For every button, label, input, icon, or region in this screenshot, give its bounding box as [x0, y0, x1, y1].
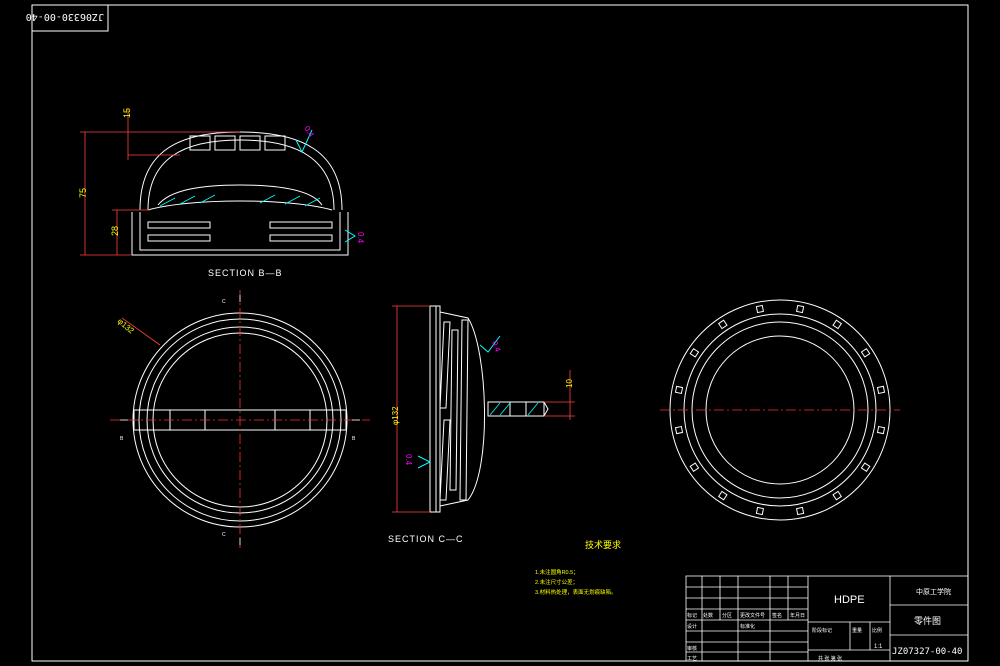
thread-2-right	[269, 234, 333, 242]
roughness-label-1: 0.4	[302, 125, 316, 140]
tech-req-title: 技术要求	[585, 539, 621, 550]
ring-tab	[717, 319, 728, 330]
ring-tab	[674, 385, 684, 395]
ring-tab	[860, 462, 871, 473]
tb-drawing-name: 零件图	[914, 615, 941, 626]
ring-tab	[876, 425, 886, 435]
cap-body-inner	[139, 212, 341, 251]
section-bb-title: SECTION B—B	[208, 268, 283, 278]
ring-tab	[755, 506, 765, 516]
dim-phi132-side: φ132	[391, 406, 400, 425]
ring-tab	[717, 490, 728, 501]
tb-process: 工艺	[687, 656, 697, 662]
thread-1-right	[269, 221, 333, 229]
ring-tab	[832, 319, 843, 330]
roughness-label-4: 0.4	[404, 454, 413, 466]
tech-req-item-3: 3.材料热处理，表面无划痕缺陷。	[535, 588, 617, 596]
tb-company: 中原工学院	[916, 587, 951, 596]
dim-75: 75	[78, 188, 88, 198]
title-block-labels: 标记 处数 分区 更改文件号 签名 年月日 设计 标准化 审核 工艺 阶段标记 …	[687, 612, 882, 662]
tb-zone: 分区	[722, 612, 732, 619]
ring-tab	[860, 347, 871, 358]
section-cc-hatch	[489, 402, 539, 416]
marker-c-bottom: C	[222, 532, 226, 538]
thread-1-left	[147, 221, 211, 229]
dim-phi132-top: φ132	[116, 317, 136, 336]
tb-review: 审核	[687, 645, 697, 652]
ring-tab	[832, 490, 843, 501]
roughness-label-3: 0.4	[490, 340, 502, 354]
ring-tab	[795, 506, 805, 516]
marker-b-left: B	[120, 436, 124, 442]
thread-2-left	[147, 234, 211, 242]
marker-b-right: B	[352, 436, 356, 442]
tech-req-item-1: 1.未注圆角R0.5；	[535, 568, 579, 576]
ring-tab	[689, 462, 700, 473]
top-view-centerlines	[110, 290, 370, 548]
section-cc-view	[429, 305, 549, 513]
dim-10: 10	[565, 379, 574, 388]
dim-28: 28	[110, 226, 120, 236]
tb-change-doc: 更改文件号	[740, 612, 765, 619]
roughness-label-2: 0.4	[356, 232, 365, 244]
tech-req-item-2: 2.未注尺寸公差；	[535, 578, 578, 586]
section-bb-view	[131, 131, 349, 256]
cap-body-outline	[131, 212, 349, 256]
tb-mark: 标记	[687, 612, 697, 619]
dim-15: 15	[122, 108, 132, 118]
grip-slot-2	[214, 135, 236, 151]
top-drawing-number: JZ06330-00-40	[26, 11, 104, 22]
tb-sign: 签名	[772, 612, 782, 619]
tb-count: 处数	[703, 612, 713, 619]
tb-design: 设计	[687, 623, 697, 630]
tb-material: HDPE	[834, 594, 865, 606]
tb-date: 年月日	[790, 612, 805, 619]
ring-tab	[795, 304, 805, 314]
cap-dome	[147, 200, 333, 211]
roughness-symbol-4	[417, 455, 432, 469]
ring-tab	[755, 304, 765, 314]
section-bb-dims	[80, 110, 240, 256]
tb-weight: 重量	[852, 627, 862, 634]
tb-stage: 阶段标记	[812, 627, 832, 634]
tb-sheets: 共 张 第 张	[818, 655, 842, 662]
ring-tab	[674, 425, 684, 435]
bottom-drawing-number: JZ07327-00-40	[892, 647, 962, 657]
ring-tab	[876, 385, 886, 395]
roughness-symbol-2	[344, 229, 356, 243]
tb-ratio: 比例	[872, 627, 882, 634]
ring-tab	[689, 347, 700, 358]
tb-scale: 1:1	[874, 644, 883, 650]
section-cc-title: SECTION C—C	[388, 534, 464, 544]
drawing-frame	[31, 4, 969, 662]
cad-drawing: JZ06330-00-40 75 28 15 0.4 0.4 SECTION B…	[26, 4, 969, 662]
marker-c-top: C	[222, 299, 226, 305]
handle-arch-lower	[157, 184, 323, 206]
grip-slot-3	[239, 135, 261, 151]
handle-arch-outer	[139, 131, 343, 211]
tb-standard: 标准化	[740, 623, 755, 630]
